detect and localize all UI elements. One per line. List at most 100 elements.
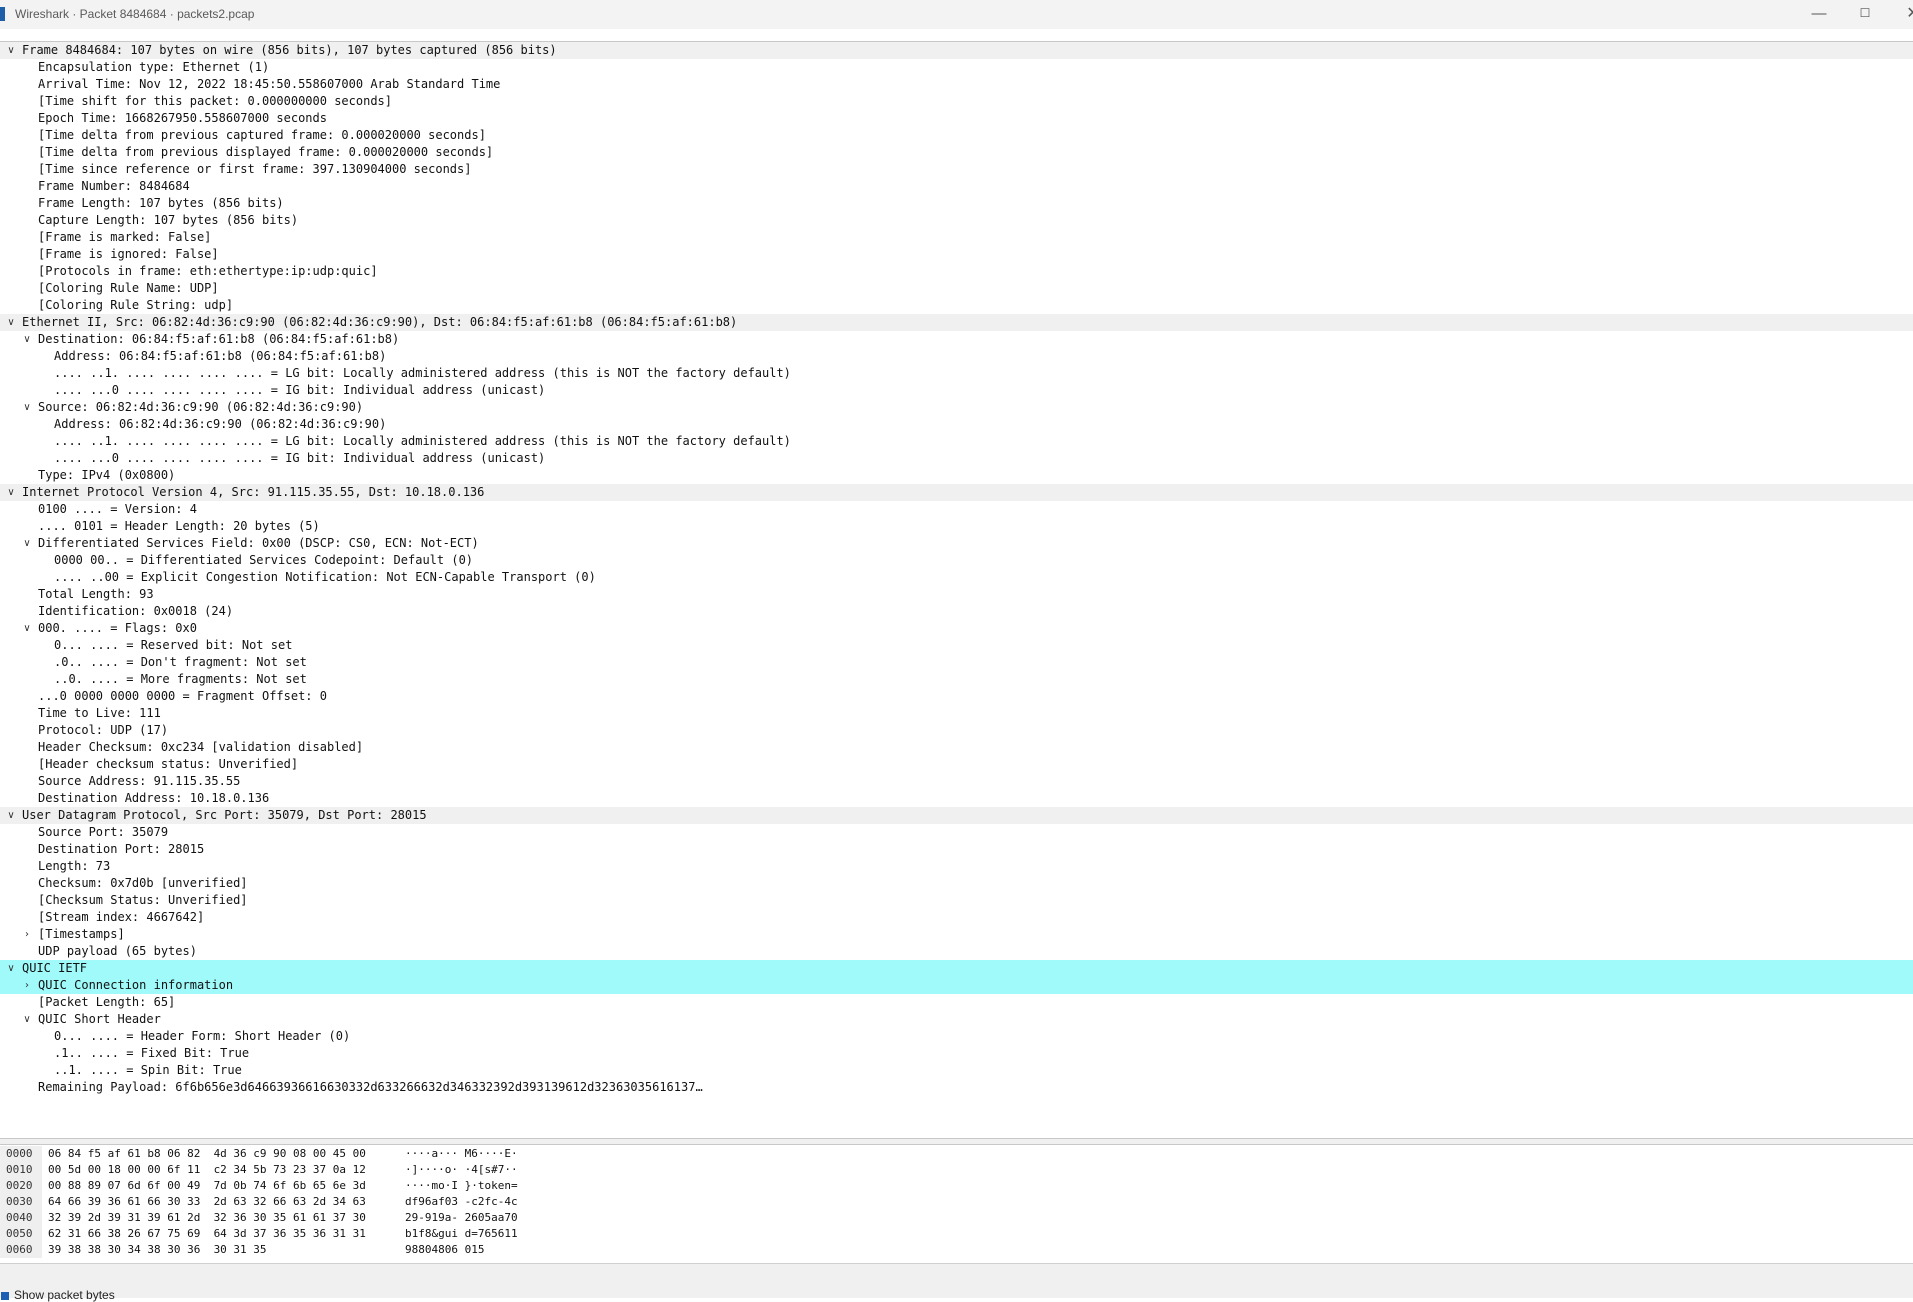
- tree-row[interactable]: .... ..1. .... .... .... .... = LG bit: …: [0, 433, 1913, 450]
- protocol-header-row[interactable]: ∨ User Datagram Protocol, Src Port: 35079…: [0, 807, 1913, 824]
- tree-row[interactable]: [Coloring Rule Name: UDP]: [0, 280, 1913, 297]
- ascii-bytes[interactable]: ·]····o· ·4[s#7··: [405, 1162, 518, 1178]
- ascii-bytes[interactable]: 98804806 015: [405, 1242, 484, 1258]
- tree-row[interactable]: [Time since reference or first frame: 39…: [0, 161, 1913, 178]
- chevron-down-icon[interactable]: ∨: [4, 42, 18, 59]
- tree-row[interactable]: ∨ QUIC Short Header: [0, 1011, 1913, 1028]
- tree-row[interactable]: ..1. .... = Spin Bit: True: [0, 1062, 1913, 1079]
- tree-row[interactable]: › [Timestamps]: [0, 926, 1913, 943]
- chevron-down-icon[interactable]: ∨: [20, 399, 34, 416]
- packet-bytes-pane[interactable]: 0000 06 84 f5 af 61 b8 06 82 4d 36 c9 90 …: [0, 1146, 1913, 1262]
- tree-row[interactable]: Total Length: 93: [0, 586, 1913, 603]
- show-packet-bytes-checkbox[interactable]: [1, 1292, 9, 1300]
- tree-row[interactable]: ∨ Source: 06:82:4d:36:c9:90 (06:82:4d:36:…: [0, 399, 1913, 416]
- tree-row[interactable]: [Frame is marked: False]: [0, 229, 1913, 246]
- ascii-bytes[interactable]: 29-919a- 2605aa70: [405, 1210, 518, 1226]
- tree-row[interactable]: Encapsulation type: Ethernet (1): [0, 59, 1913, 76]
- ascii-bytes[interactable]: ····mo·I }·token=: [405, 1178, 518, 1194]
- tree-row[interactable]: .... ...0 .... .... .... .... = IG bit: …: [0, 450, 1913, 467]
- ascii-bytes[interactable]: df96af03 -c2fc-4c: [405, 1194, 518, 1210]
- tree-row[interactable]: Frame Length: 107 bytes (856 bits): [0, 195, 1913, 212]
- tree-row[interactable]: .... ..00 = Explicit Congestion Notifica…: [0, 569, 1913, 586]
- tree-row[interactable]: ..0. .... = More fragments: Not set: [0, 671, 1913, 688]
- chevron-down-icon[interactable]: ∨: [20, 331, 34, 348]
- tree-row[interactable]: Checksum: 0x7d0b [unverified]: [0, 875, 1913, 892]
- tree-row[interactable]: ∨ 000. .... = Flags: 0x0: [0, 620, 1913, 637]
- hex-row[interactable]: 0000 06 84 f5 af 61 b8 06 82 4d 36 c9 90 …: [0, 1146, 1913, 1162]
- tree-row[interactable]: [Coloring Rule String: udp]: [0, 297, 1913, 314]
- minimize-button[interactable]: —: [1796, 0, 1842, 29]
- chevron-down-icon[interactable]: ∨: [20, 535, 34, 552]
- tree-row[interactable]: Destination Address: 10.18.0.136: [0, 790, 1913, 807]
- hex-row[interactable]: 0060 39 38 38 30 34 38 30 36 30 31 35 9880…: [0, 1242, 1913, 1258]
- tree-row[interactable]: Address: 06:82:4d:36:c9:90 (06:82:4d:36:…: [0, 416, 1913, 433]
- tree-row[interactable]: Type: IPv4 (0x0800): [0, 467, 1913, 484]
- tree-row[interactable]: 0100 .... = Version: 4: [0, 501, 1913, 518]
- ascii-bytes[interactable]: ····a··· M6····E·: [405, 1146, 518, 1162]
- chevron-down-icon[interactable]: ∨: [4, 960, 18, 977]
- pane-splitter[interactable]: [0, 1138, 1913, 1145]
- chevron-right-icon[interactable]: ›: [20, 977, 34, 994]
- tree-row[interactable]: [Frame is ignored: False]: [0, 246, 1913, 263]
- close-button[interactable]: ✕: [1890, 0, 1913, 29]
- hex-bytes[interactable]: 32 39 2d 39 31 39 61 2d 32 36 30 35 61 6…: [48, 1210, 366, 1226]
- tree-row[interactable]: .0.. .... = Don't fragment: Not set: [0, 654, 1913, 671]
- tree-row[interactable]: .1.. .... = Fixed Bit: True: [0, 1045, 1913, 1062]
- hex-row[interactable]: 0050 62 31 66 38 26 67 75 69 64 3d 37 36 …: [0, 1226, 1913, 1242]
- hex-row[interactable]: 0030 64 66 39 36 61 66 30 33 2d 63 32 66 …: [0, 1194, 1913, 1210]
- tree-row[interactable]: Time to Live: 111: [0, 705, 1913, 722]
- protocol-header-row[interactable]: ∨ QUIC IETF: [0, 960, 1913, 977]
- ascii-bytes[interactable]: b1f8&gui d=765611: [405, 1226, 518, 1242]
- tree-row[interactable]: Identification: 0x0018 (24): [0, 603, 1913, 620]
- tree-row[interactable]: 0000 00.. = Differentiated Services Code…: [0, 552, 1913, 569]
- hex-row[interactable]: 0010 00 5d 00 18 00 00 6f 11 c2 34 5b 73 …: [0, 1162, 1913, 1178]
- tree-row[interactable]: [Time delta from previous captured frame…: [0, 127, 1913, 144]
- tree-row[interactable]: UDP payload (65 bytes): [0, 943, 1913, 960]
- tree-row[interactable]: .... ..1. .... .... .... .... = LG bit: …: [0, 365, 1913, 382]
- tree-row[interactable]: Source Port: 35079: [0, 824, 1913, 841]
- protocol-header-row[interactable]: ∨ Internet Protocol Version 4, Src: 91.11…: [0, 484, 1913, 501]
- tree-row[interactable]: ...0 0000 0000 0000 = Fragment Offset: 0: [0, 688, 1913, 705]
- chevron-down-icon[interactable]: ∨: [20, 1011, 34, 1028]
- tree-row[interactable]: [Time shift for this packet: 0.000000000…: [0, 93, 1913, 110]
- packet-details-tree[interactable]: ∨ Frame 8484684: 107 bytes on wire (856 b…: [0, 41, 1913, 1137]
- protocol-header-row[interactable]: ∨ Frame 8484684: 107 bytes on wire (856 b…: [0, 42, 1913, 59]
- tree-row[interactable]: 0... .... = Header Form: Short Header (0…: [0, 1028, 1913, 1045]
- maximize-button[interactable]: ☐: [1842, 0, 1888, 29]
- tree-row[interactable]: Capture Length: 107 bytes (856 bits): [0, 212, 1913, 229]
- tree-row[interactable]: .... ...0 .... .... .... .... = IG bit: …: [0, 382, 1913, 399]
- chevron-right-icon[interactable]: ›: [20, 926, 34, 943]
- tree-row[interactable]: Arrival Time: Nov 12, 2022 18:45:50.5586…: [0, 76, 1913, 93]
- hex-row[interactable]: 0040 32 39 2d 39 31 39 61 2d 32 36 30 35 …: [0, 1210, 1913, 1226]
- tree-row[interactable]: [Packet Length: 65]: [0, 994, 1913, 1011]
- hex-bytes[interactable]: 00 88 89 07 6d 6f 00 49 7d 0b 74 6f 6b 6…: [48, 1178, 366, 1194]
- tree-row[interactable]: ∨ Destination: 06:84:f5:af:61:b8 (06:84:f…: [0, 331, 1913, 348]
- hex-bytes[interactable]: 64 66 39 36 61 66 30 33 2d 63 32 66 63 2…: [48, 1194, 366, 1210]
- tree-row[interactable]: 0... .... = Reserved bit: Not set: [0, 637, 1913, 654]
- chevron-down-icon[interactable]: ∨: [4, 314, 18, 331]
- tree-row[interactable]: Source Address: 91.115.35.55: [0, 773, 1913, 790]
- tree-row[interactable]: Address: 06:84:f5:af:61:b8 (06:84:f5:af:…: [0, 348, 1913, 365]
- tree-row[interactable]: Header Checksum: 0xc234 [validation disa…: [0, 739, 1913, 756]
- tree-row[interactable]: Length: 73: [0, 858, 1913, 875]
- tree-row[interactable]: Epoch Time: 1668267950.558607000 seconds: [0, 110, 1913, 127]
- tree-row[interactable]: Remaining Payload: 6f6b656e3d64663936616…: [0, 1079, 1913, 1096]
- tree-row[interactable]: .... 0101 = Header Length: 20 bytes (5): [0, 518, 1913, 535]
- tree-row[interactable]: [Header checksum status: Unverified]: [0, 756, 1913, 773]
- hex-bytes[interactable]: 62 31 66 38 26 67 75 69 64 3d 37 36 35 3…: [48, 1226, 366, 1242]
- tree-row[interactable]: [Stream index: 4667642]: [0, 909, 1913, 926]
- tree-row[interactable]: Protocol: UDP (17): [0, 722, 1913, 739]
- hex-bytes[interactable]: 06 84 f5 af 61 b8 06 82 4d 36 c9 90 08 0…: [48, 1146, 366, 1162]
- tree-row[interactable]: Frame Number: 8484684: [0, 178, 1913, 195]
- chevron-down-icon[interactable]: ∨: [4, 484, 18, 501]
- hex-bytes[interactable]: 00 5d 00 18 00 00 6f 11 c2 34 5b 73 23 3…: [48, 1162, 366, 1178]
- chevron-down-icon[interactable]: ∨: [4, 807, 18, 824]
- tree-row[interactable]: ∨ Differentiated Services Field: 0x00 (DS…: [0, 535, 1913, 552]
- tree-row[interactable]: [Checksum Status: Unverified]: [0, 892, 1913, 909]
- tree-row[interactable]: › QUIC Connection information: [0, 977, 1913, 994]
- tree-row[interactable]: [Protocols in frame: eth:ethertype:ip:ud…: [0, 263, 1913, 280]
- tree-row[interactable]: [Time delta from previous displayed fram…: [0, 144, 1913, 161]
- protocol-header-row[interactable]: ∨ Ethernet II, Src: 06:82:4d:36:c9:90 (06…: [0, 314, 1913, 331]
- chevron-down-icon[interactable]: ∨: [20, 620, 34, 637]
- hex-bytes[interactable]: 39 38 38 30 34 38 30 36 30 31 35: [48, 1242, 267, 1258]
